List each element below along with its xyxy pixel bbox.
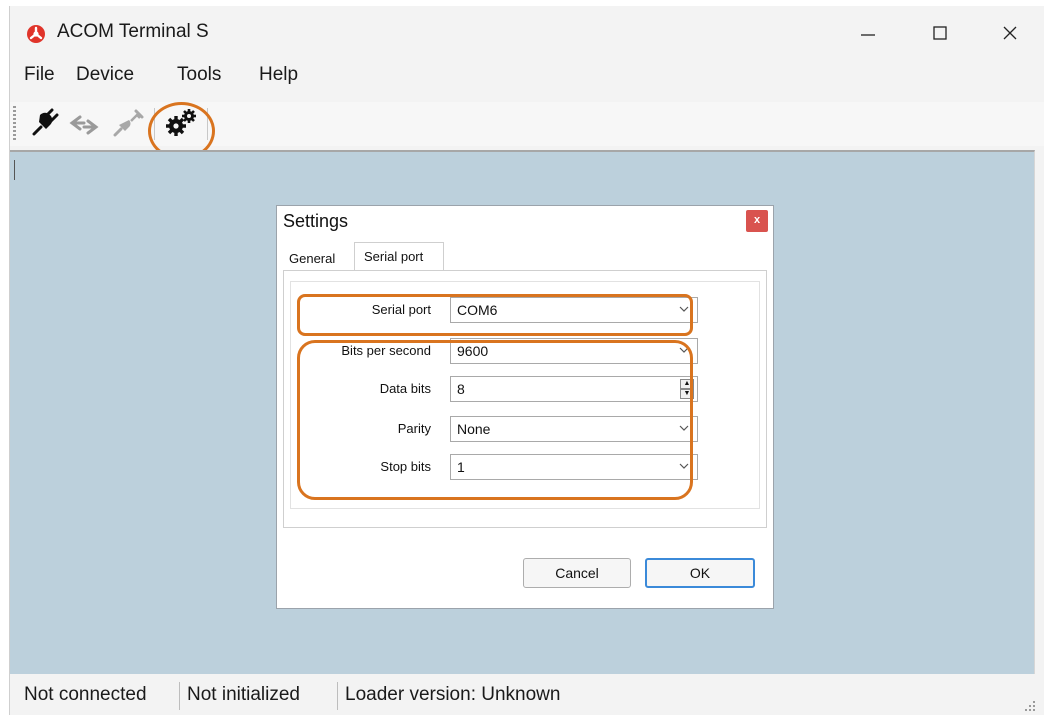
app-logo-icon — [27, 25, 45, 43]
disconnect-button[interactable] — [112, 108, 144, 138]
plug-connect-icon — [32, 108, 59, 136]
status-separator — [179, 682, 180, 710]
close-icon — [1003, 26, 1017, 40]
loader-version: Loader version: Unknown — [345, 684, 561, 705]
serial-port-highlight — [297, 294, 693, 336]
maximize-icon — [933, 26, 947, 40]
cancel-button[interactable]: Cancel — [523, 558, 631, 588]
dialog-close-button[interactable]: x — [746, 210, 768, 232]
dialog-title: Settings — [283, 211, 349, 231]
maximize-button[interactable] — [920, 20, 960, 46]
refresh-arrows-icon — [69, 115, 99, 135]
ok-button[interactable]: OK — [645, 558, 755, 588]
tab-serial-port[interactable]: Serial port — [354, 242, 444, 270]
close-window-button[interactable] — [990, 20, 1030, 46]
resize-grip-icon[interactable] — [1024, 700, 1036, 712]
minimize-button[interactable] — [848, 20, 888, 46]
plug-disconnect-icon — [113, 109, 144, 137]
menu-bar: File Device Tools Help — [10, 64, 1044, 96]
app-window: ACOM Terminal S File Device Tools Help S… — [9, 6, 1044, 715]
toolbar-grip[interactable] — [13, 106, 16, 140]
menu-tools[interactable]: Tools — [177, 64, 221, 86]
window-title: ACOM Terminal S — [57, 21, 209, 42]
title-bar: ACOM Terminal S — [10, 6, 1044, 58]
settings-dialog: Settings x General Serial port Serial po… — [276, 205, 774, 609]
text-caret — [14, 160, 15, 180]
status-separator — [337, 682, 338, 710]
menu-help[interactable]: Help — [259, 64, 298, 86]
status-bar: Not connected Not initialized Loader ver… — [10, 674, 1044, 715]
reconnect-button[interactable] — [68, 108, 99, 138]
minimize-icon — [861, 34, 875, 36]
terminal-area[interactable]: Settings x General Serial port Serial po… — [10, 150, 1035, 674]
connect-button[interactable] — [30, 108, 60, 138]
menu-device[interactable]: Device — [76, 64, 134, 86]
menu-file[interactable]: File — [24, 64, 55, 86]
line-settings-highlight — [297, 340, 693, 500]
init-status: Not initialized — [187, 684, 300, 705]
connection-status: Not connected — [24, 684, 147, 705]
